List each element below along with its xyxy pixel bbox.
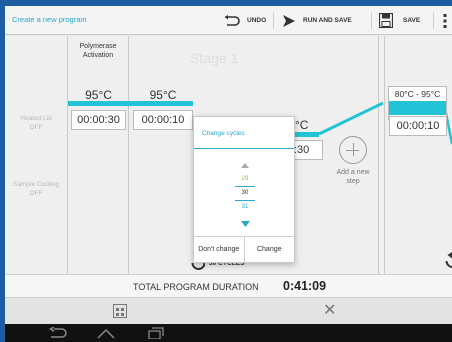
duration-value: 0:41:09 <box>283 279 327 293</box>
bottom-toolbar: ✕ <box>5 298 452 324</box>
change-button[interactable]: Change <box>243 237 295 262</box>
run-and-save-button[interactable]: RUN AND SAVE <box>282 6 352 35</box>
dialog-title: Change cycles <box>202 130 245 137</box>
duration-label: TOTAL PROGRAM DURATION <box>133 282 259 292</box>
program-title: Create a new program <box>12 15 87 24</box>
back-nav-icon[interactable] <box>49 327 67 339</box>
picker-current-value[interactable]: 30 <box>235 187 255 200</box>
overflow-menu-button[interactable] <box>443 6 447 35</box>
undo-label: UNDO <box>247 17 267 24</box>
add-step-label: Add a new step <box>336 169 370 186</box>
divider <box>273 12 274 29</box>
recents-nav-icon[interactable] <box>148 327 164 339</box>
step-temperature-range: 80°C - 95°C <box>394 89 441 99</box>
save-label: SAVE <box>403 17 421 24</box>
duration-bar: TOTAL PROGRAM DURATION 0:41:09 <box>5 274 452 298</box>
undo-icon <box>224 14 240 27</box>
dialog-buttons: Don't change Change <box>194 236 294 262</box>
step-time[interactable]: 00:00:10 <box>389 116 447 136</box>
temperature-range-box[interactable]: 80°C - 95°C <box>388 86 447 120</box>
app-window: Create a new program UNDO RUN AND SAVE S… <box>5 6 452 342</box>
home-nav-icon[interactable] <box>97 327 115 339</box>
run-and-save-label: RUN AND SAVE <box>303 17 352 24</box>
dont-change-button[interactable]: Don't change <box>194 237 244 262</box>
overflow-menu-icon <box>443 13 447 28</box>
dialog-divider <box>194 148 294 149</box>
add-icon <box>339 136 367 164</box>
step-column[interactable] <box>384 36 452 274</box>
save-button[interactable]: SAVE <box>379 6 420 35</box>
change-cycles-dialog: Change cycles 29 30 31 Don't change Chan… <box>193 116 295 263</box>
action-bar: Create a new program UNDO RUN AND SAVE S… <box>5 6 452 35</box>
system-navigation-bar <box>5 324 452 342</box>
close-icon[interactable]: ✕ <box>323 303 336 319</box>
save-icon <box>379 13 393 28</box>
picker-down-icon[interactable] <box>235 214 255 232</box>
divider <box>371 12 372 29</box>
picker-up-icon[interactable] <box>235 155 255 173</box>
undo-button[interactable]: UNDO <box>224 6 266 35</box>
picker-next-value[interactable]: 31 <box>235 201 255 214</box>
add-step-button[interactable]: Add a new step <box>330 136 376 186</box>
temperature-range-band <box>389 101 446 115</box>
stage-area: Heated Lid OFF Sample Cooling OFF Stage … <box>5 36 452 274</box>
play-icon <box>282 14 296 27</box>
picker-previous-value[interactable]: 29 <box>235 173 255 186</box>
grid-icon[interactable] <box>113 304 127 318</box>
cycles-number-picker[interactable]: 29 30 31 <box>235 155 255 232</box>
divider <box>433 12 434 29</box>
cycle-arrow-icon <box>445 252 452 273</box>
temperature-ramp-line <box>318 101 384 136</box>
